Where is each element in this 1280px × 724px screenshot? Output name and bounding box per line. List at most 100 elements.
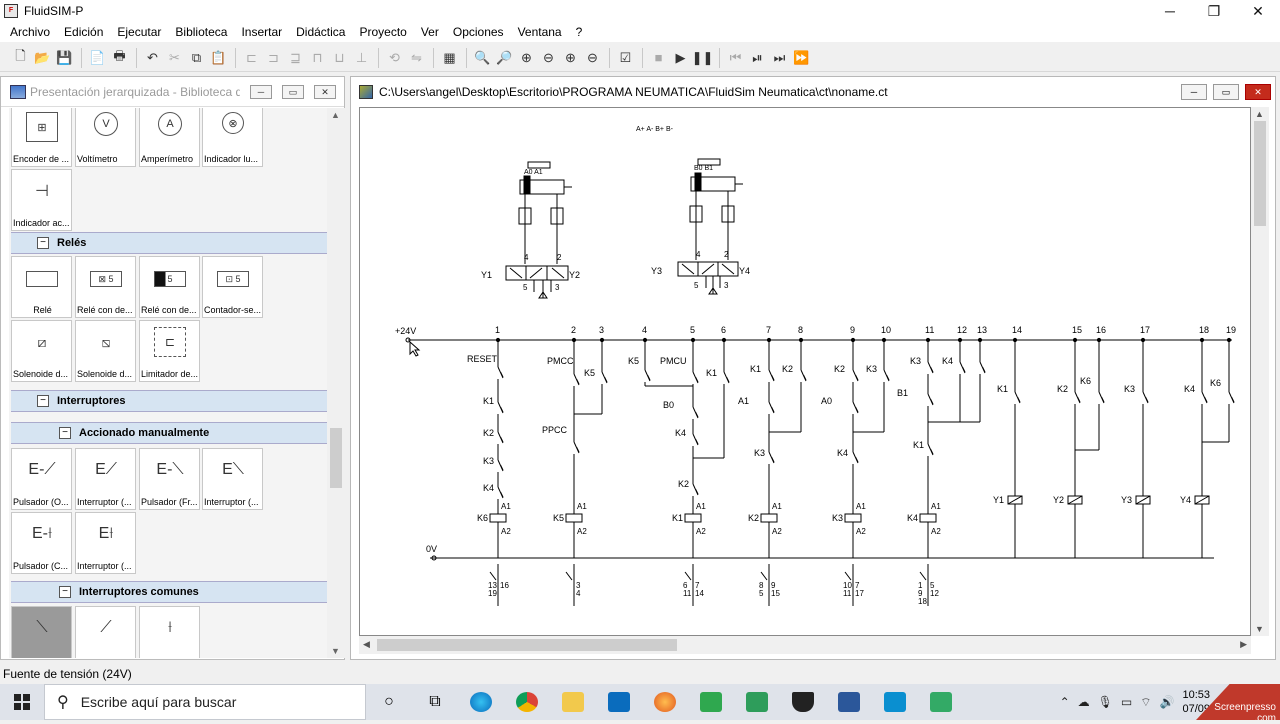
restore-button[interactable]: ❐ — [1192, 0, 1236, 22]
step-icon[interactable]: ⏯ — [747, 47, 768, 68]
tile-contacto-conmutado[interactable]: ⟊ — [139, 606, 200, 658]
tile-interruptor-3[interactable]: E⟊ Interruptor (... — [75, 512, 136, 574]
tile-indicador-luminoso[interactable]: ⊗ Indicador lu... — [202, 108, 263, 167]
tile-interruptor-1[interactable]: E⟋ Interruptor (... — [75, 448, 136, 510]
zoom-fit-icon[interactable]: 🔍 — [472, 47, 493, 68]
tile-amperimetro[interactable]: A Amperímetro — [139, 108, 200, 167]
save-icon[interactable]: 💾 — [54, 47, 75, 68]
menu-didactica[interactable]: Didáctica — [289, 25, 352, 39]
library-scrollbar[interactable]: ▲ ▼ — [327, 108, 345, 658]
tile-contador[interactable]: ⊡ 5 Contador-se... — [202, 256, 263, 318]
zoom-out-icon[interactable]: ⊖ — [582, 47, 603, 68]
circuit-canvas[interactable]: A+ A- B+ B- A0 A1 42 Y1 Y2 5 3 B0 B1 4 2… — [359, 107, 1251, 636]
category-interruptores-comunes[interactable]: − Interruptores comunes — [11, 581, 327, 603]
align-bottom-icon[interactable]: ⊥ — [351, 47, 372, 68]
library-minimize-button[interactable]: ─ — [250, 84, 272, 99]
menu-archivo[interactable]: Archivo — [3, 25, 57, 39]
tray-chevron-icon[interactable]: ⌃ — [1060, 695, 1070, 709]
battery-icon[interactable]: ▭ — [1121, 695, 1132, 709]
pause-icon[interactable]: ❚❚ — [692, 47, 714, 68]
rotate-icon[interactable]: ⟲ — [384, 47, 405, 68]
scroll-right-icon[interactable]: ▶ — [1240, 639, 1247, 650]
circuit-vertical-scrollbar[interactable]: ▲ ▼ — [1251, 107, 1269, 636]
tile-solenoide-1[interactable]: ⧄ Solenoide d... — [11, 320, 72, 382]
cut-icon[interactable]: ✂ — [164, 47, 185, 68]
festo-taskbar-icon[interactable] — [872, 684, 918, 720]
align-left-icon[interactable]: ⊏ — [241, 47, 262, 68]
tile-contacto-cerrado[interactable]: ⟍ — [11, 606, 72, 658]
reset-icon[interactable]: ⏮ — [725, 47, 746, 68]
taskbar-search[interactable]: ⚲ Escribe aquí para buscar — [44, 684, 366, 720]
zoom-all-icon[interactable]: ⊕ — [516, 47, 537, 68]
collapse-icon[interactable]: − — [37, 237, 49, 249]
tile-limitador[interactable]: ⊏ Limitador de... — [139, 320, 200, 382]
menu-opciones[interactable]: Opciones — [446, 25, 511, 39]
notes-icon[interactable] — [734, 684, 780, 720]
collapse-icon[interactable]: − — [59, 427, 71, 439]
tile-pulsador-apertura[interactable]: E-⟋ Pulsador (O... — [11, 448, 72, 510]
collapse-icon[interactable]: − — [59, 586, 71, 598]
fluidsim-taskbar-icon[interactable] — [918, 684, 964, 720]
step-forward-icon[interactable]: ⏭ — [769, 47, 790, 68]
wifi-icon[interactable]: ⌔ — [1140, 695, 1151, 710]
menu-insertar[interactable]: Insertar — [234, 25, 289, 39]
print-icon[interactable]: 🖶 — [109, 47, 130, 68]
tile-encoder[interactable]: ⊞ Encoder de ... — [11, 108, 72, 167]
microphone-icon[interactable]: 🎙 — [1098, 695, 1113, 709]
tile-pulsador-frontal[interactable]: E-⟍ Pulsador (Fr... — [139, 448, 200, 510]
align-center-icon[interactable]: ⊐ — [263, 47, 284, 68]
edge-icon[interactable] — [458, 684, 504, 720]
xbox-game-icon[interactable] — [688, 684, 734, 720]
align-top-icon[interactable]: ⊓ — [307, 47, 328, 68]
tile-pulsador-conmutado[interactable]: E-⟊ Pulsador (C... — [11, 512, 72, 574]
zoom-in-icon[interactable]: ⊕ — [560, 47, 581, 68]
circuit-close-button[interactable]: ✕ — [1245, 84, 1271, 100]
play-icon[interactable]: ▶ — [670, 47, 691, 68]
tile-rele[interactable]: Relé — [11, 256, 72, 318]
horizontal-scroll-thumb[interactable] — [377, 639, 677, 651]
scroll-up-icon[interactable]: ▲ — [331, 110, 340, 120]
firefox-icon[interactable] — [642, 684, 688, 720]
new-file-icon[interactable]: 🗋 — [10, 47, 31, 68]
paste-icon[interactable]: 📋 — [208, 47, 229, 68]
undo-icon[interactable]: ↶ — [142, 47, 163, 68]
scroll-up-icon[interactable]: ▲ — [1255, 109, 1264, 119]
tile-solenoide-2[interactable]: ⧅ Solenoide d... — [75, 320, 136, 382]
volume-icon[interactable]: 🔊 — [1160, 695, 1175, 709]
tile-contacto-abierto[interactable]: ⟋ — [75, 606, 136, 658]
vertical-scroll-thumb[interactable] — [1254, 121, 1266, 226]
menu-ver[interactable]: Ver — [414, 25, 446, 39]
category-accionado-manualmente[interactable]: − Accionado manualmente — [11, 422, 327, 444]
zoom-window-icon[interactable]: 🔎 — [494, 47, 515, 68]
minimize-button[interactable]: ─ — [1148, 0, 1192, 22]
onedrive-icon[interactable]: ☁ — [1078, 695, 1090, 709]
collapse-icon[interactable]: − — [37, 395, 49, 407]
grid-icon[interactable]: ▦ — [439, 47, 460, 68]
scroll-down-icon[interactable]: ▼ — [331, 646, 340, 656]
zoom-previous-icon[interactable]: ⊖ — [538, 47, 559, 68]
mail-icon[interactable] — [596, 684, 642, 720]
menu-biblioteca[interactable]: Biblioteca — [168, 25, 234, 39]
scroll-thumb[interactable] — [330, 428, 342, 488]
task-view-icon[interactable]: ⧉ — [412, 684, 458, 720]
circuit-maximize-button[interactable]: ▭ — [1213, 84, 1239, 100]
open-folder-icon[interactable]: 📂 — [32, 47, 53, 68]
library-maximize-button[interactable]: ▭ — [282, 84, 304, 99]
menu-proyecto[interactable]: Proyecto — [352, 25, 413, 39]
tile-voltimetro[interactable]: V Voltímetro — [75, 108, 136, 167]
category-reles[interactable]: − Relés — [11, 232, 327, 254]
circuit-minimize-button[interactable]: ─ — [1181, 84, 1207, 100]
security-shield-icon[interactable] — [780, 684, 826, 720]
mirror-icon[interactable]: ⇋ — [406, 47, 427, 68]
align-middle-icon[interactable]: ⊔ — [329, 47, 350, 68]
scroll-down-icon[interactable]: ▼ — [1255, 624, 1264, 634]
chrome-icon[interactable] — [504, 684, 550, 720]
close-button[interactable]: ✕ — [1236, 0, 1280, 22]
tile-rele-retardo-conexion[interactable]: ⊠ 5 Relé con de... — [75, 256, 136, 318]
print-preview-icon[interactable]: 📄 — [87, 47, 108, 68]
cortana-icon[interactable]: ○ — [366, 684, 412, 720]
start-button[interactable] — [0, 684, 44, 720]
tile-indicador-acustico[interactable]: ⊣ Indicador ac... — [11, 169, 72, 231]
circuit-horizontal-scrollbar[interactable]: ◀ ▶ — [359, 636, 1251, 654]
file-explorer-icon[interactable] — [550, 684, 596, 720]
